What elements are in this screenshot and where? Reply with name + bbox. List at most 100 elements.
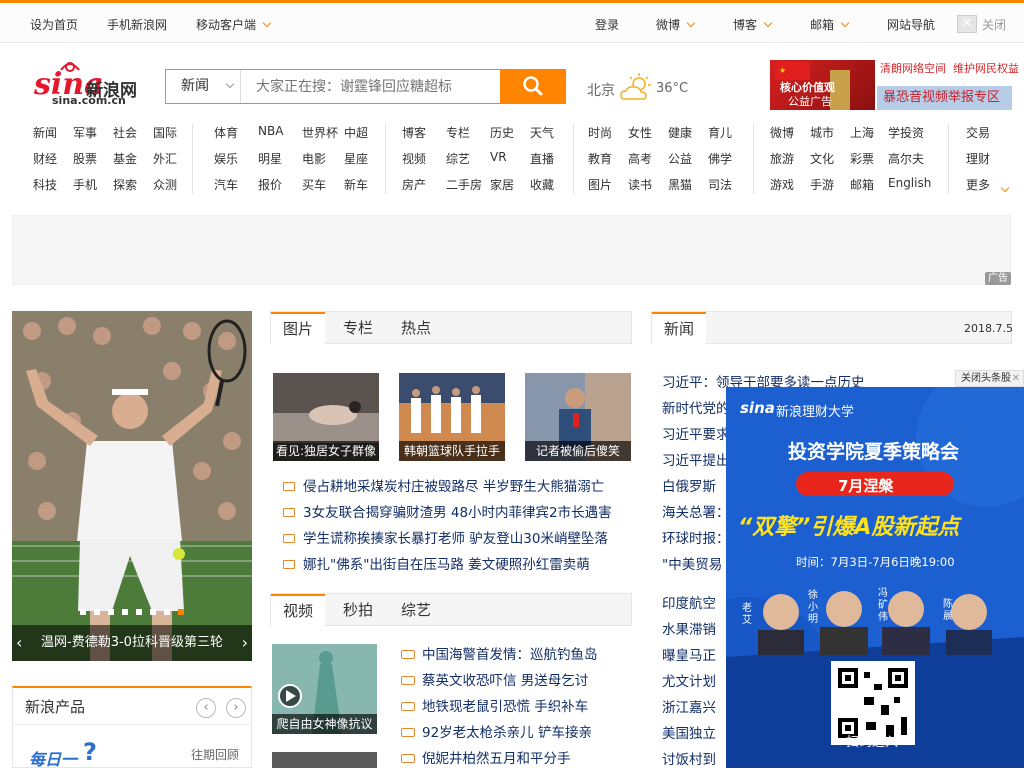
daily-quiz-logo[interactable]: 每日一 (29, 746, 77, 770)
news-item[interactable]: 白俄罗斯 (662, 475, 716, 495)
video-headline-row[interactable]: 地铁现老鼠引恐慌 手织补车 (401, 695, 588, 715)
nav-link[interactable]: 财经 (33, 150, 57, 167)
report-zone-link[interactable]: 暴恐音视频举报专区 (877, 86, 1012, 110)
close-icon[interactable]: ✕ (957, 15, 977, 33)
nav-link[interactable]: 健康 (668, 124, 692, 141)
headline-row[interactable]: 学生谎称挨揍家长暴打老师 驴友登山30米峭壁坠落 (283, 527, 608, 547)
finance-university-ad[interactable]: sina 新浪理财大学 投资学院夏季策略会 7月涅槃 “双擎”引爆A股新起点 时… (726, 387, 1024, 768)
news-item[interactable]: 尤文计划 (662, 670, 716, 690)
chevron-left-icon[interactable]: ‹ (16, 625, 22, 661)
nav-link[interactable]: 彩票 (850, 150, 874, 167)
tab-pictures[interactable]: 图片 (271, 312, 326, 346)
news-item[interactable]: 讨饭村到 (662, 748, 716, 768)
past-review-link[interactable]: 往期回顾 (191, 746, 239, 763)
search-category-select[interactable]: 新闻 (166, 70, 241, 103)
nav-link[interactable]: 直播 (530, 150, 554, 167)
video-thumb-2[interactable] (272, 752, 377, 768)
sina-logo[interactable]: sina 新浪网 sina.com.cn (32, 60, 147, 108)
nav-link[interactable]: 国际 (153, 124, 177, 141)
nav-link[interactable]: 电影 (302, 150, 326, 167)
nav-link[interactable]: 育儿 (708, 124, 732, 141)
nav-link[interactable]: 司法 (708, 176, 732, 193)
headline-row[interactable]: 侵占耕地采煤炭村庄被毁路尽 半岁野生大熊猫溺亡 (283, 475, 604, 495)
news-item[interactable]: 曝皇马正 (662, 644, 716, 664)
nav-link[interactable]: NBA (258, 124, 283, 138)
nav-link[interactable]: English (888, 176, 931, 190)
news-item[interactable]: "中美贸易 (662, 553, 722, 573)
nav-link[interactable]: 收藏 (530, 176, 554, 193)
chevron-right-icon[interactable]: › (242, 625, 248, 661)
nav-link[interactable]: 视频 (402, 150, 426, 167)
news-item[interactable]: 新时代党的 (662, 397, 730, 417)
overlay-close-bar[interactable]: 关闭头条股 ✕ (955, 370, 1024, 387)
nav-link[interactable]: 天气 (530, 124, 554, 141)
nav-link[interactable]: 体育 (214, 124, 238, 141)
nav-link[interactable]: 新车 (344, 176, 368, 193)
nav-link[interactable]: 佛学 (708, 150, 732, 167)
close-icon[interactable]: ✕ (1012, 371, 1020, 386)
close-link[interactable]: 关闭 (982, 16, 1006, 33)
tab-news[interactable]: 新闻 (652, 312, 707, 346)
nav-link[interactable]: 基金 (113, 150, 137, 167)
nav-link[interactable]: 众测 (153, 176, 177, 193)
nav-link[interactable]: 新闻 (33, 124, 57, 141)
chevron-right-icon[interactable]: › (226, 698, 246, 718)
set-homepage-link[interactable]: 设为首页 (30, 16, 78, 33)
video-headline-row[interactable]: 倪妮井柏然五月和平分手 (401, 747, 571, 767)
nav-link[interactable]: 时尚 (588, 124, 612, 141)
nav-link[interactable]: 军事 (73, 124, 97, 141)
chevron-left-icon[interactable]: ‹ (196, 698, 216, 718)
nav-link[interactable]: 房产 (402, 176, 426, 193)
site-nav-link[interactable]: 网站导航 (887, 16, 935, 33)
mobile-client-menu[interactable]: 移动客户端 (196, 16, 272, 33)
search-input[interactable] (242, 70, 500, 103)
tab-video[interactable]: 视频 (271, 594, 326, 628)
nav-link[interactable]: 手游 (810, 176, 834, 193)
headline-row[interactable]: 3女友联合揭穿骗财渣男 48小时内菲律宾2市长遇害 (283, 501, 612, 521)
nav-link[interactable]: VR (490, 150, 507, 164)
nav-link[interactable]: 上海 (850, 124, 874, 141)
video-thumb[interactable]: 爬自由女神像抗议 (272, 644, 377, 734)
tab-variety[interactable]: 综艺 (401, 594, 431, 626)
nav-link[interactable]: 女性 (628, 124, 652, 141)
nav-link[interactable]: 科技 (33, 176, 57, 193)
news-item[interactable]: 环球时报： (662, 527, 730, 547)
nav-link[interactable]: 买车 (302, 176, 326, 193)
photo-caption[interactable]: ‹ 温网-费德勒3-0拉科晋级第三轮 › (12, 625, 252, 661)
nav-more-link[interactable]: 更多 (966, 176, 990, 193)
nav-link[interactable]: 读书 (628, 176, 652, 193)
nav-link[interactable]: 报价 (258, 176, 282, 193)
video-headline-row[interactable]: 蔡英文收恐吓信 男送母乞讨 (401, 669, 588, 689)
nav-link[interactable]: 高考 (628, 150, 652, 167)
nav-link[interactable]: 家居 (490, 176, 514, 193)
weather-city[interactable]: 北京 (587, 80, 615, 100)
thumb-lonely-women[interactable]: 看见:独居女子群像 (273, 373, 379, 461)
news-item[interactable]: 习近平提出 (662, 449, 730, 469)
blog-menu[interactable]: 博客 (733, 16, 773, 33)
headline-row[interactable]: 娜扎"佛系"出街自在压马路 姜文硬照孙红雷卖萌 (283, 553, 590, 573)
nav-link[interactable]: 交易 (966, 124, 990, 141)
nav-link[interactable]: 股票 (73, 150, 97, 167)
nav-link[interactable]: 图片 (588, 176, 612, 193)
news-item[interactable]: 浙江嘉兴 (662, 696, 716, 716)
nav-link[interactable]: 教育 (588, 150, 612, 167)
tab-miaopai[interactable]: 秒拍 (343, 594, 373, 626)
news-item[interactable]: 美国独立 (662, 722, 716, 742)
nav-link[interactable]: 理财 (966, 150, 990, 167)
banner-ad-slot[interactable] (12, 215, 1011, 285)
weibo-menu[interactable]: 微博 (656, 16, 696, 33)
nav-link[interactable]: 星座 (344, 150, 368, 167)
nav-link[interactable]: 高尔夫 (888, 150, 924, 167)
mail-menu[interactable]: 邮箱 (810, 16, 850, 33)
nav-link[interactable]: 黑猫 (668, 176, 692, 193)
nav-link[interactable]: 文化 (810, 150, 834, 167)
nav-link[interactable]: 探索 (113, 176, 137, 193)
nav-link[interactable]: 中超 (344, 124, 368, 141)
thumb-reporter[interactable]: 记者被偷后傻笑 (525, 373, 631, 461)
nav-link[interactable]: 微博 (770, 124, 794, 141)
nav-link[interactable]: 专栏 (446, 124, 470, 141)
nav-link[interactable]: 城市 (810, 124, 834, 141)
news-item[interactable]: 习近平要求 (662, 423, 730, 443)
tab-hot[interactable]: 热点 (401, 312, 431, 344)
login-link[interactable]: 登录 (595, 16, 619, 33)
